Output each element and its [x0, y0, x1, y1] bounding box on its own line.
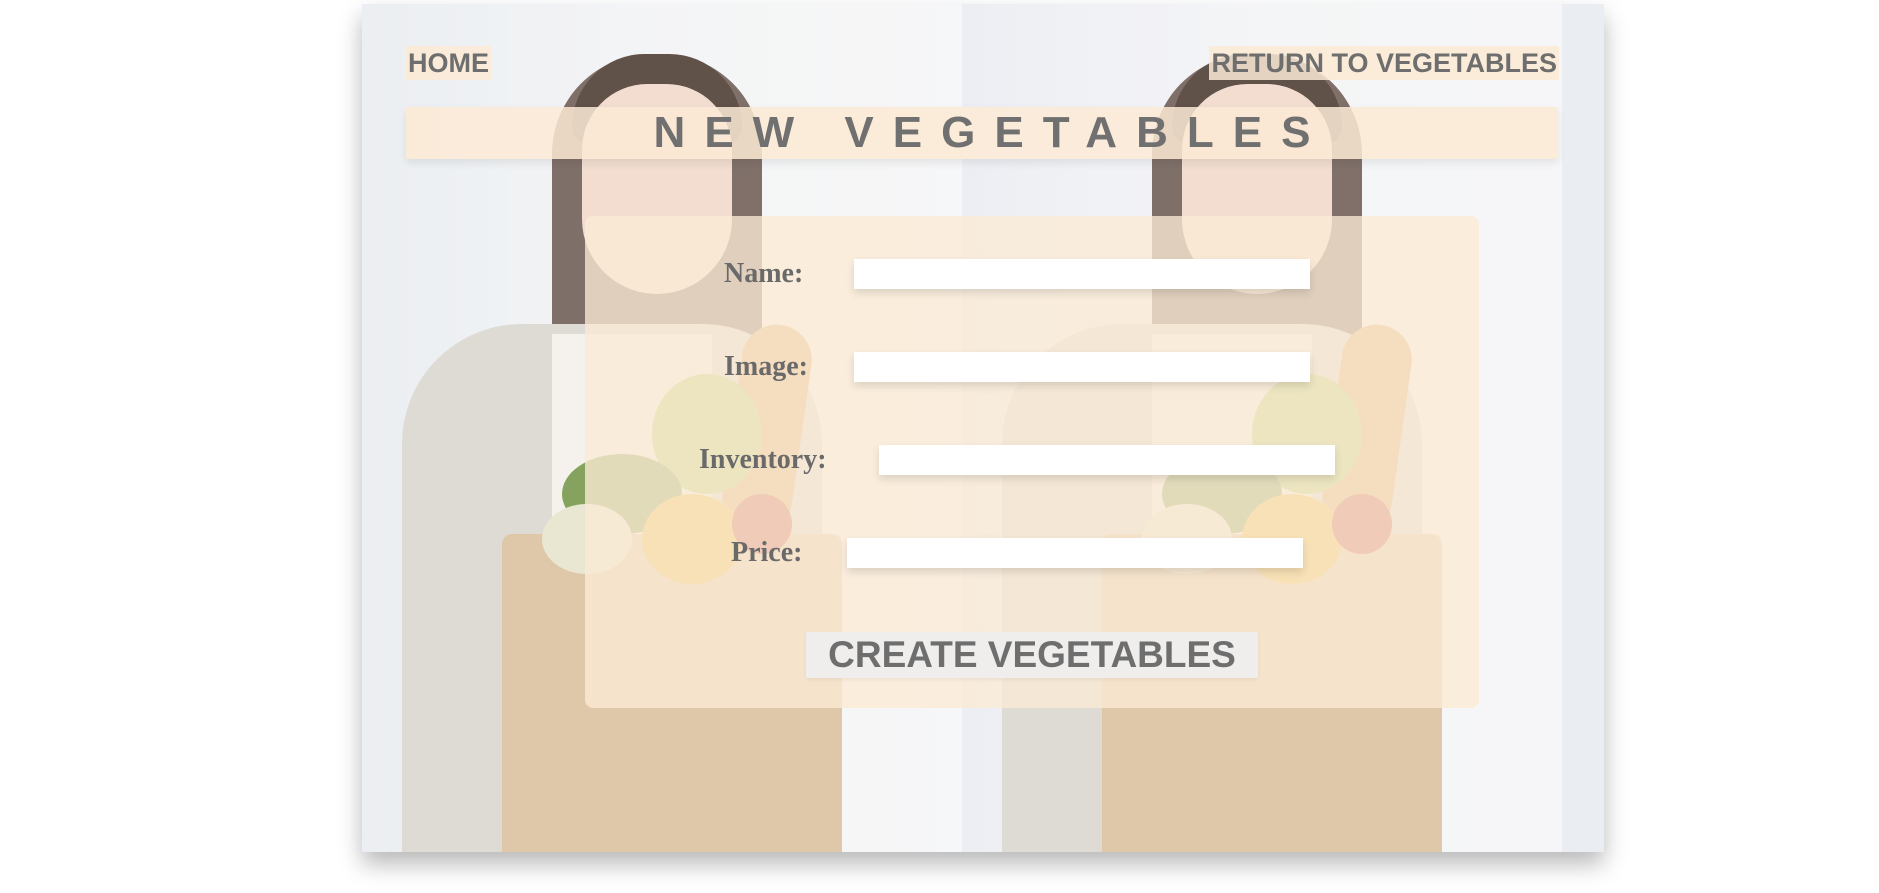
inventory-label: Inventory:: [699, 444, 827, 475]
image-input[interactable]: [854, 352, 1310, 382]
price-row: Price:: [731, 537, 1303, 569]
image-label: Image:: [724, 351, 808, 382]
price-input[interactable]: [847, 538, 1303, 568]
create-vegetables-button[interactable]: CREATE VEGETABLES: [806, 632, 1258, 678]
inventory-row: Inventory:: [699, 444, 1335, 476]
name-input[interactable]: [854, 259, 1310, 289]
home-link[interactable]: HOME: [406, 46, 491, 80]
price-label: Price:: [731, 537, 803, 568]
name-row: Name:: [724, 258, 1310, 290]
page-title: NEW VEGETABLES: [653, 108, 1330, 157]
image-row: Image:: [724, 351, 1310, 383]
return-to-vegetables-link[interactable]: RETURN TO VEGETABLES: [1209, 46, 1559, 80]
page-title-banner: NEW VEGETABLES: [406, 107, 1558, 159]
name-label: Name:: [724, 258, 804, 289]
inventory-input[interactable]: [879, 445, 1335, 475]
